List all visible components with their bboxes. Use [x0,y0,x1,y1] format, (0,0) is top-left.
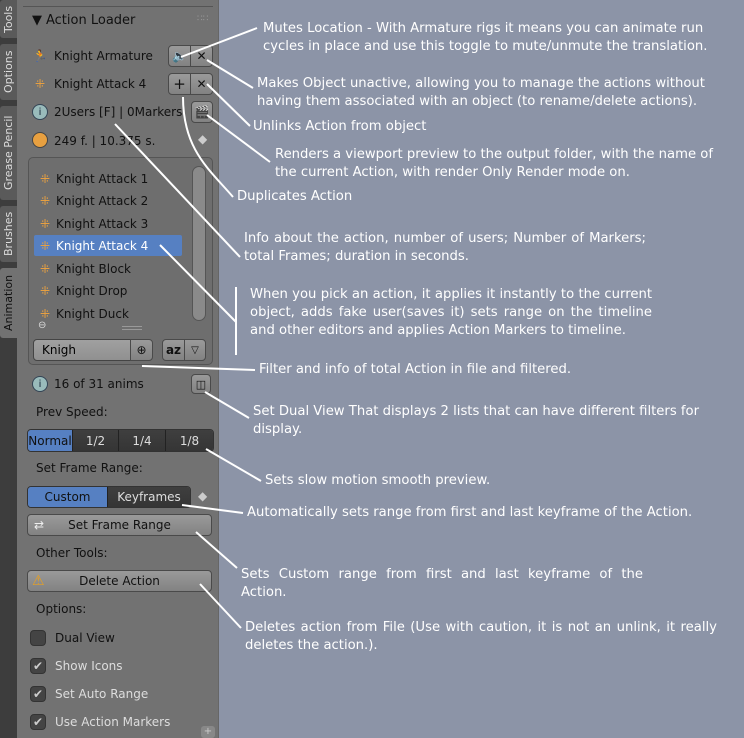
annotation-line [180,27,258,58]
annotation-line [199,583,242,629]
note-filter: Filter and info of total Action in file … [259,362,572,377]
note-dual-view: Set Dual View That displays 2 lists that… [253,404,700,437]
note-prev-speed: Sets slow motion smooth preview. [265,473,491,488]
note-delete-action: Deletes action from File (Use with cauti… [245,620,717,653]
annotation-line [206,59,254,89]
note-custom-range: Sets Custom range from first and last ke… [241,567,643,600]
annotation-line [182,96,234,198]
annotation-line [114,123,241,258]
annotation-line [205,448,262,482]
note-keyframes-range: Automatically sets range from first and … [247,505,693,520]
note-duplicate-action: Duplicates Action [237,189,353,204]
note-unlink-action: Unlinks Action from object [253,119,427,134]
note-mute-location: Mutes Location - With Armature rigs it m… [263,21,708,54]
note-pick-action: When you pick an action, it applies it i… [250,287,652,338]
note-action-info: Info about the action, number of users; … [244,231,646,264]
note-unactive-object: Makes Object unactive, allowing you to m… [257,76,705,109]
annotation-line [195,531,238,569]
annotation-line [141,365,256,371]
annotation-line [204,391,250,419]
annotation-line [159,244,237,323]
annotation-line [181,504,244,514]
note-render-preview: Renders a viewport preview to the output… [275,147,713,180]
